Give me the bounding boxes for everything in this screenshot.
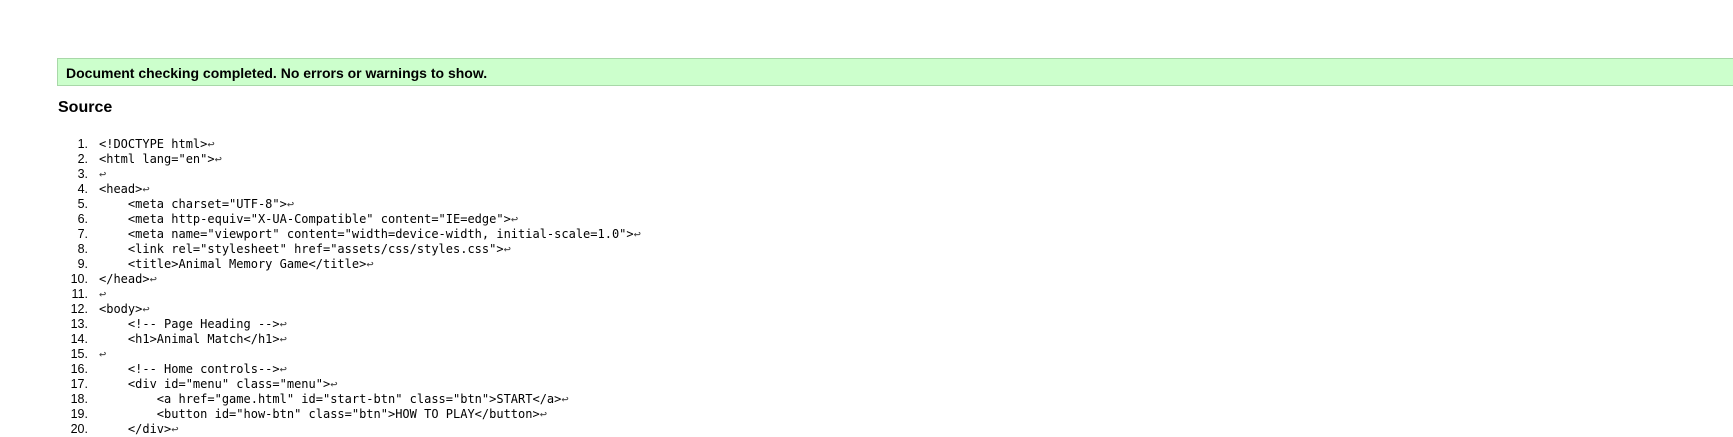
source-line: 15. ↩ <box>0 347 641 362</box>
line-number: 6. <box>77 212 88 226</box>
line-code: <meta http-equiv="X-UA-Compatible" conte… <box>99 212 511 226</box>
line-number: 18. <box>70 392 88 406</box>
newline-icon: ↩ <box>171 422 179 436</box>
line-number: 12. <box>70 302 88 316</box>
source-line: 16. <!-- Home controls--> ↩ <box>0 362 641 377</box>
source-line: 8. <link rel="stylesheet" href="assets/c… <box>0 242 641 257</box>
line-number: 1. <box>77 137 88 151</box>
source-line: 6. <meta http-equiv="X-UA-Compatible" co… <box>0 212 641 227</box>
newline-icon: ↩ <box>99 287 107 301</box>
line-code: <!-- Page Heading --> <box>99 317 280 331</box>
source-line: 5. <meta charset="UTF-8"> ↩ <box>0 197 641 212</box>
line-number: 5. <box>77 197 88 211</box>
line-code: <body> <box>99 302 143 316</box>
line-code: <!DOCTYPE html> <box>99 137 208 151</box>
newline-icon: ↩ <box>539 407 547 421</box>
line-code: <div id="menu" class="menu"> <box>99 377 331 391</box>
source-line: 9. <title>Animal Memory Game</title> ↩ <box>0 257 641 272</box>
line-code: <title>Animal Memory Game</title> <box>99 257 367 271</box>
source-line: 2. <html lang="en"> ↩ <box>0 152 641 167</box>
newline-icon: ↩ <box>279 317 287 331</box>
line-code: <meta name="viewport" content="width=dev… <box>99 227 634 241</box>
newline-icon: ↩ <box>279 332 287 346</box>
source-line: 7. <meta name="viewport" content="width=… <box>0 227 641 242</box>
line-number: 3. <box>77 167 88 181</box>
status-banner: Document checking completed. No errors o… <box>57 58 1733 86</box>
line-number: 15. <box>70 347 88 361</box>
line-number: 17. <box>70 377 88 391</box>
line-code: <a href="game.html" id="start-btn" class… <box>99 392 562 406</box>
line-number: 11. <box>71 287 88 301</box>
newline-icon: ↩ <box>279 362 287 376</box>
line-code: <meta charset="UTF-8"> <box>99 197 287 211</box>
newline-icon: ↩ <box>286 197 295 211</box>
line-code: <button id="how-btn" class="btn">HOW TO … <box>99 407 540 421</box>
source-line: 13. <!-- Page Heading --> ↩ <box>0 317 641 332</box>
newline-icon: ↩ <box>561 392 569 406</box>
line-code: <link rel="stylesheet" href="assets/css/… <box>99 242 504 256</box>
source-line: 19. <button id="how-btn" class="btn">HOW… <box>0 407 641 422</box>
newline-icon: ↩ <box>330 377 338 391</box>
line-number: 14. <box>70 332 88 346</box>
newline-icon: ↩ <box>149 272 157 286</box>
line-code: </div> <box>99 422 172 436</box>
source-line: 14. <h1>Animal Match</h1> ↩ <box>0 332 641 347</box>
newline-icon: ↩ <box>214 152 222 166</box>
source-line: 4. <head> ↩ <box>0 182 641 197</box>
newline-icon: ↩ <box>99 167 107 181</box>
source-code-list: 1. <!DOCTYPE html> ↩ 2. <html lang="en"> ↩ 3. ↩… <box>0 137 641 437</box>
newline-icon: ↩ <box>142 302 150 316</box>
newline-icon: ↩ <box>510 212 519 226</box>
newline-icon: ↩ <box>633 227 641 241</box>
line-number: 16. <box>70 362 88 376</box>
newline-icon: ↩ <box>207 137 215 151</box>
line-number: 2. <box>77 152 88 166</box>
source-line: 20. </div> ↩ <box>0 422 641 437</box>
line-number: 10. <box>70 272 88 286</box>
line-code: <h1>Animal Match</h1> <box>99 332 280 346</box>
source-line: 10. </head> ↩ <box>0 272 641 287</box>
line-number: 9. <box>77 257 88 271</box>
line-number: 8. <box>77 242 88 256</box>
source-line: 17. <div id="menu" class="menu"> ↩ <box>0 377 641 392</box>
line-number: 4. <box>77 182 88 196</box>
newline-icon: ↩ <box>503 242 511 256</box>
line-code: <html lang="en"> <box>99 152 215 166</box>
line-code: <!-- Home controls--> <box>99 362 280 376</box>
source-heading: Source <box>58 99 113 116</box>
newline-icon: ↩ <box>142 182 150 196</box>
line-code: <head> <box>99 182 143 196</box>
source-line: 3. ↩ <box>0 167 641 182</box>
newline-icon: ↩ <box>99 347 107 361</box>
line-number: 13. <box>70 317 88 331</box>
source-line: 12. <body> ↩ <box>0 302 641 317</box>
line-number: 19. <box>70 407 88 421</box>
line-number: 20. <box>70 422 88 436</box>
line-code: </head> <box>99 272 150 286</box>
newline-icon: ↩ <box>366 257 374 271</box>
line-number: 7. <box>77 227 88 241</box>
source-line: 11. ↩ <box>0 287 641 302</box>
source-line: 18. <a href="game.html" id="start-btn" c… <box>0 392 641 407</box>
source-line: 1. <!DOCTYPE html> ↩ <box>0 137 641 152</box>
status-message: Document checking completed. No errors o… <box>66 65 488 81</box>
